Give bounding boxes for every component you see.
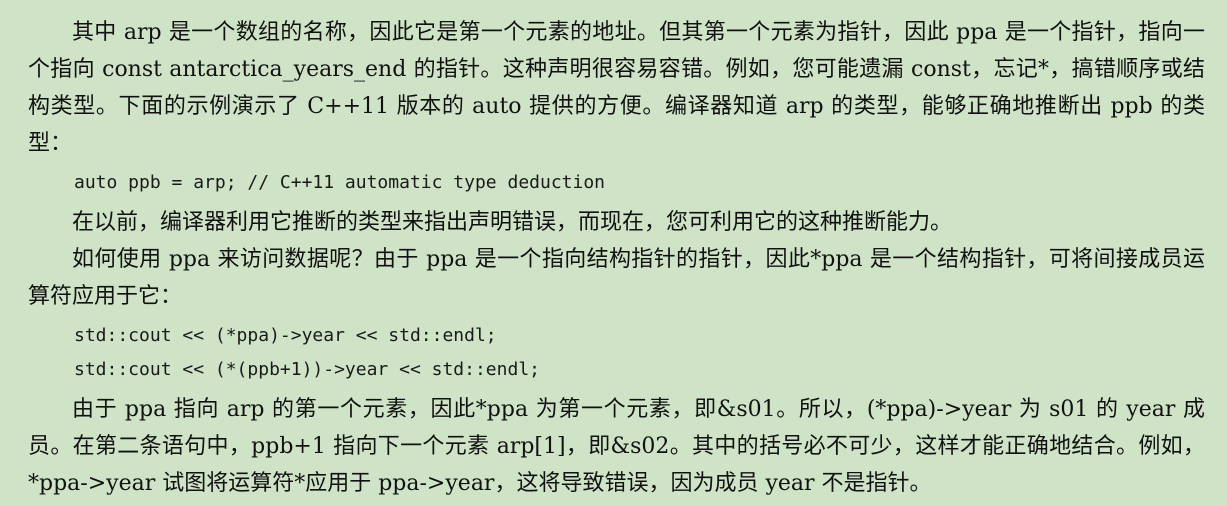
code-block-cout: std::cout << (*ppa)->year << std::endl; … xyxy=(28,319,1205,387)
paragraph-pointer-explanation: 由于 ppa 指向 arp 的第一个元素，因此*ppa 为第一个元素，即&s01… xyxy=(28,397,1205,496)
code-line-cout-ppa: std::cout << (*ppa)->year << std::endl; xyxy=(74,325,497,346)
code-line-auto-ppb: auto ppb = arp; // C++11 automatic type … xyxy=(74,172,606,193)
paragraph-access-data: 如何使用 ppa 来访问数据呢？由于 ppa 是一个指向结构指针的指针，因此*p… xyxy=(28,247,1205,309)
code-line-cout-ppb: std::cout << (*(ppb+1))->year << std::en… xyxy=(74,359,540,380)
code-block-auto: auto ppb = arp; // C++11 automatic type … xyxy=(28,166,1205,200)
paragraph-arp-explanation: 其中 arp 是一个数组的名称，因此它是第一个元素的地址。但其第一个元素为指针，… xyxy=(28,20,1205,156)
paragraph-inference: 在以前，编译器利用它推断的类型来指出声明错误，而现在，您可利用它的这种推断能力。 xyxy=(72,210,953,235)
document-page: 其中 arp 是一个数组的名称，因此它是第一个元素的地址。但其第一个元素为指针，… xyxy=(0,0,1227,506)
